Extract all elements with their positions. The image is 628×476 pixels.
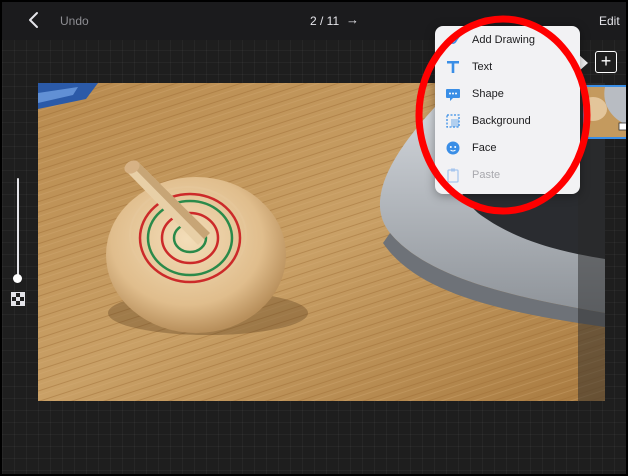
clipboard-icon — [447, 168, 459, 183]
pen-icon — [446, 34, 461, 45]
undo-button[interactable]: Undo — [60, 14, 89, 28]
insert-menu: Add Drawing Text Shape Background Face P… — [435, 26, 580, 194]
chevron-left-icon[interactable] — [24, 10, 44, 30]
opacity-slider[interactable] — [17, 178, 19, 280]
next-arrow-icon[interactable]: → — [346, 12, 359, 27]
opacity-slider-knob[interactable] — [13, 274, 22, 283]
text-icon — [447, 61, 459, 73]
checkerboard-icon — [11, 292, 25, 306]
menu-item-add-drawing[interactable]: Add Drawing — [435, 28, 580, 54]
menu-item-face[interactable]: Face — [435, 136, 580, 162]
slide-thumbnail[interactable] — [583, 85, 628, 139]
background-icon — [446, 114, 460, 128]
menu-item-paste: Paste — [435, 163, 580, 189]
add-button[interactable]: + — [595, 51, 617, 73]
menu-item-background[interactable]: Background — [435, 109, 580, 135]
face-icon — [446, 141, 460, 155]
menu-item-shape[interactable]: Shape — [435, 82, 580, 108]
menu-item-text[interactable]: Text — [435, 55, 580, 81]
shape-icon — [446, 89, 460, 101]
edit-button[interactable]: Edit — [599, 14, 620, 28]
page-indicator: 2 / 11 — [310, 14, 340, 28]
app-window: Undo 2 / 11 → Edit + Add Drawing Text Sh… — [0, 0, 628, 476]
